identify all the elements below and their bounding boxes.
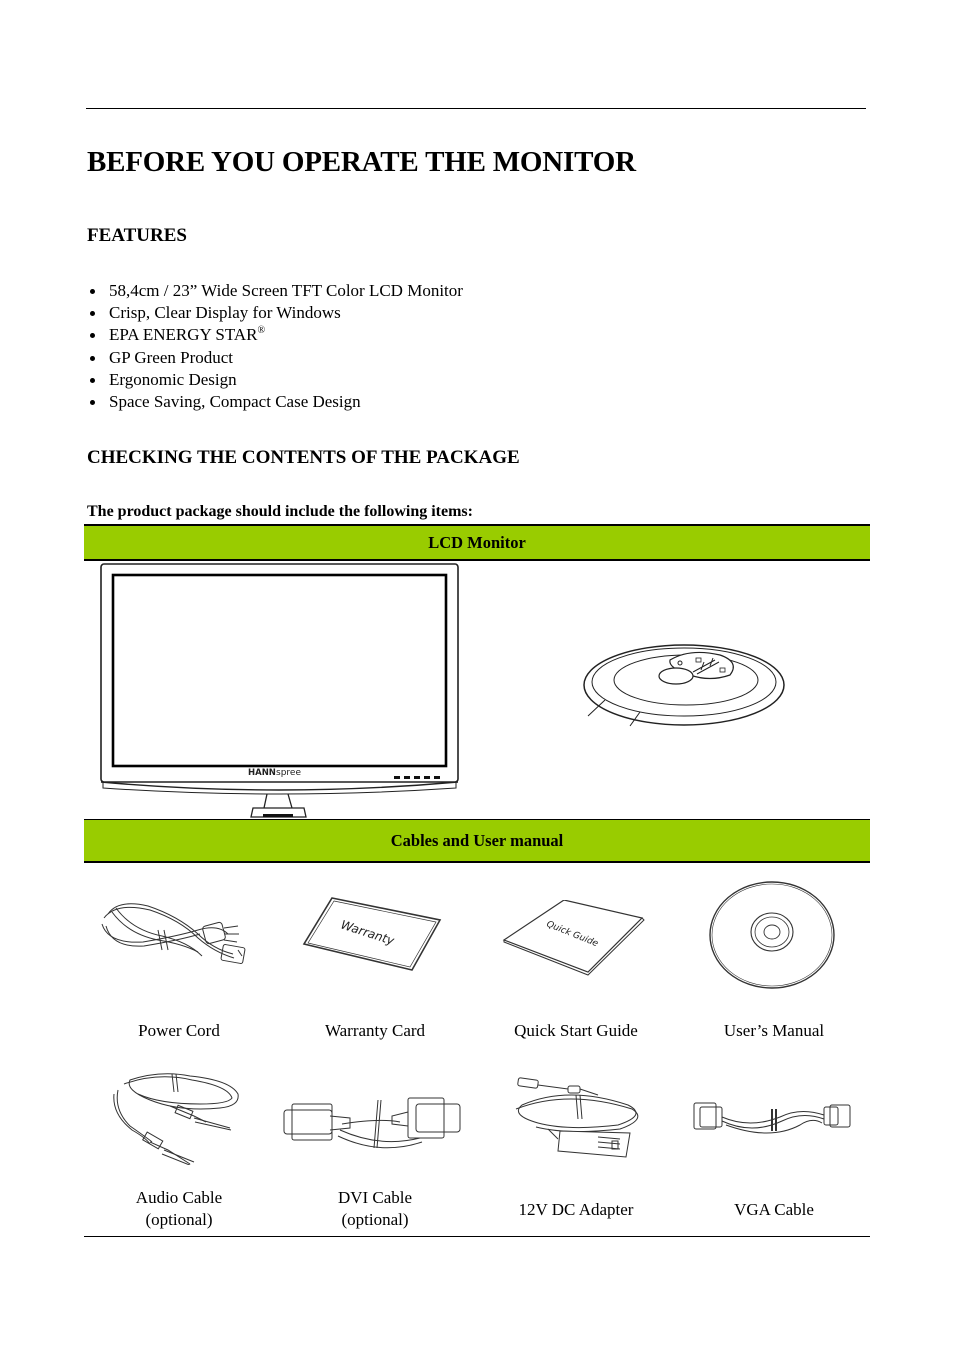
table-bottom-rule — [84, 1236, 870, 1237]
registered-mark: ® — [257, 325, 266, 337]
cables-section-header: Cables and User manual — [84, 819, 870, 863]
item-caption-vga-cable: VGA Cable — [734, 1200, 814, 1219]
page-title: BEFORE YOU OPERATE THE MONITOR — [87, 146, 636, 178]
feature-item: 58,4cm / 23” Wide Screen TFT Color LCD M… — [90, 281, 463, 300]
feature-item: Space Saving, Compact Case Design — [90, 392, 361, 412]
features-heading: FEATURES — [87, 225, 187, 246]
feature-item: EPA ENERGY STAR® — [90, 325, 266, 345]
package-intro: The product package should include the f… — [87, 503, 473, 520]
vga-cable-icon — [693, 1102, 851, 1134]
package-heading: CHECKING THE CONTENTS OF THE PACKAGE — [87, 447, 520, 468]
lcd-monitor-icon: HANN spree — [100, 563, 459, 818]
feature-item: GP Green Product — [90, 347, 234, 367]
quick-guide-icon: Quick Guide — [502, 900, 645, 976]
brand-logo-suffix: spree — [276, 768, 301, 778]
dvi-cable-icon — [283, 1097, 461, 1149]
item-caption-dvi-cable: DVI Cable (optional) — [337, 1188, 413, 1229]
feature-item: Ergonomic Design — [90, 369, 237, 389]
dc-adapter-icon — [515, 1077, 639, 1158]
item-caption-warranty-card: Warranty Card — [324, 1021, 426, 1040]
feature-item: Crisp, Clear Display for Windows — [90, 303, 341, 323]
brand-logo: HANN — [248, 768, 276, 778]
features-list: 58,4cm / 23” Wide Screen TFT Color LCD M… — [87, 280, 463, 413]
stand-base-icon — [583, 644, 785, 727]
item-caption-quick-start-guide: Quick Start Guide — [514, 1021, 638, 1040]
item-caption-power-cord: Power Cord — [138, 1021, 220, 1040]
header-rule — [86, 108, 866, 109]
cd-icon — [709, 881, 835, 989]
power-cord-icon — [101, 903, 246, 964]
item-caption-dc-adapter: 12V DC Adapter — [518, 1200, 634, 1219]
warranty-card-icon: Warranty — [302, 897, 442, 971]
item-caption-users-manual: User’s Manual — [723, 1021, 825, 1040]
audio-cable-icon — [113, 1073, 239, 1165]
lcd-monitor-section-header: LCD Monitor — [84, 524, 870, 561]
item-caption-audio-cable: Audio Cable (optional) — [135, 1188, 223, 1229]
